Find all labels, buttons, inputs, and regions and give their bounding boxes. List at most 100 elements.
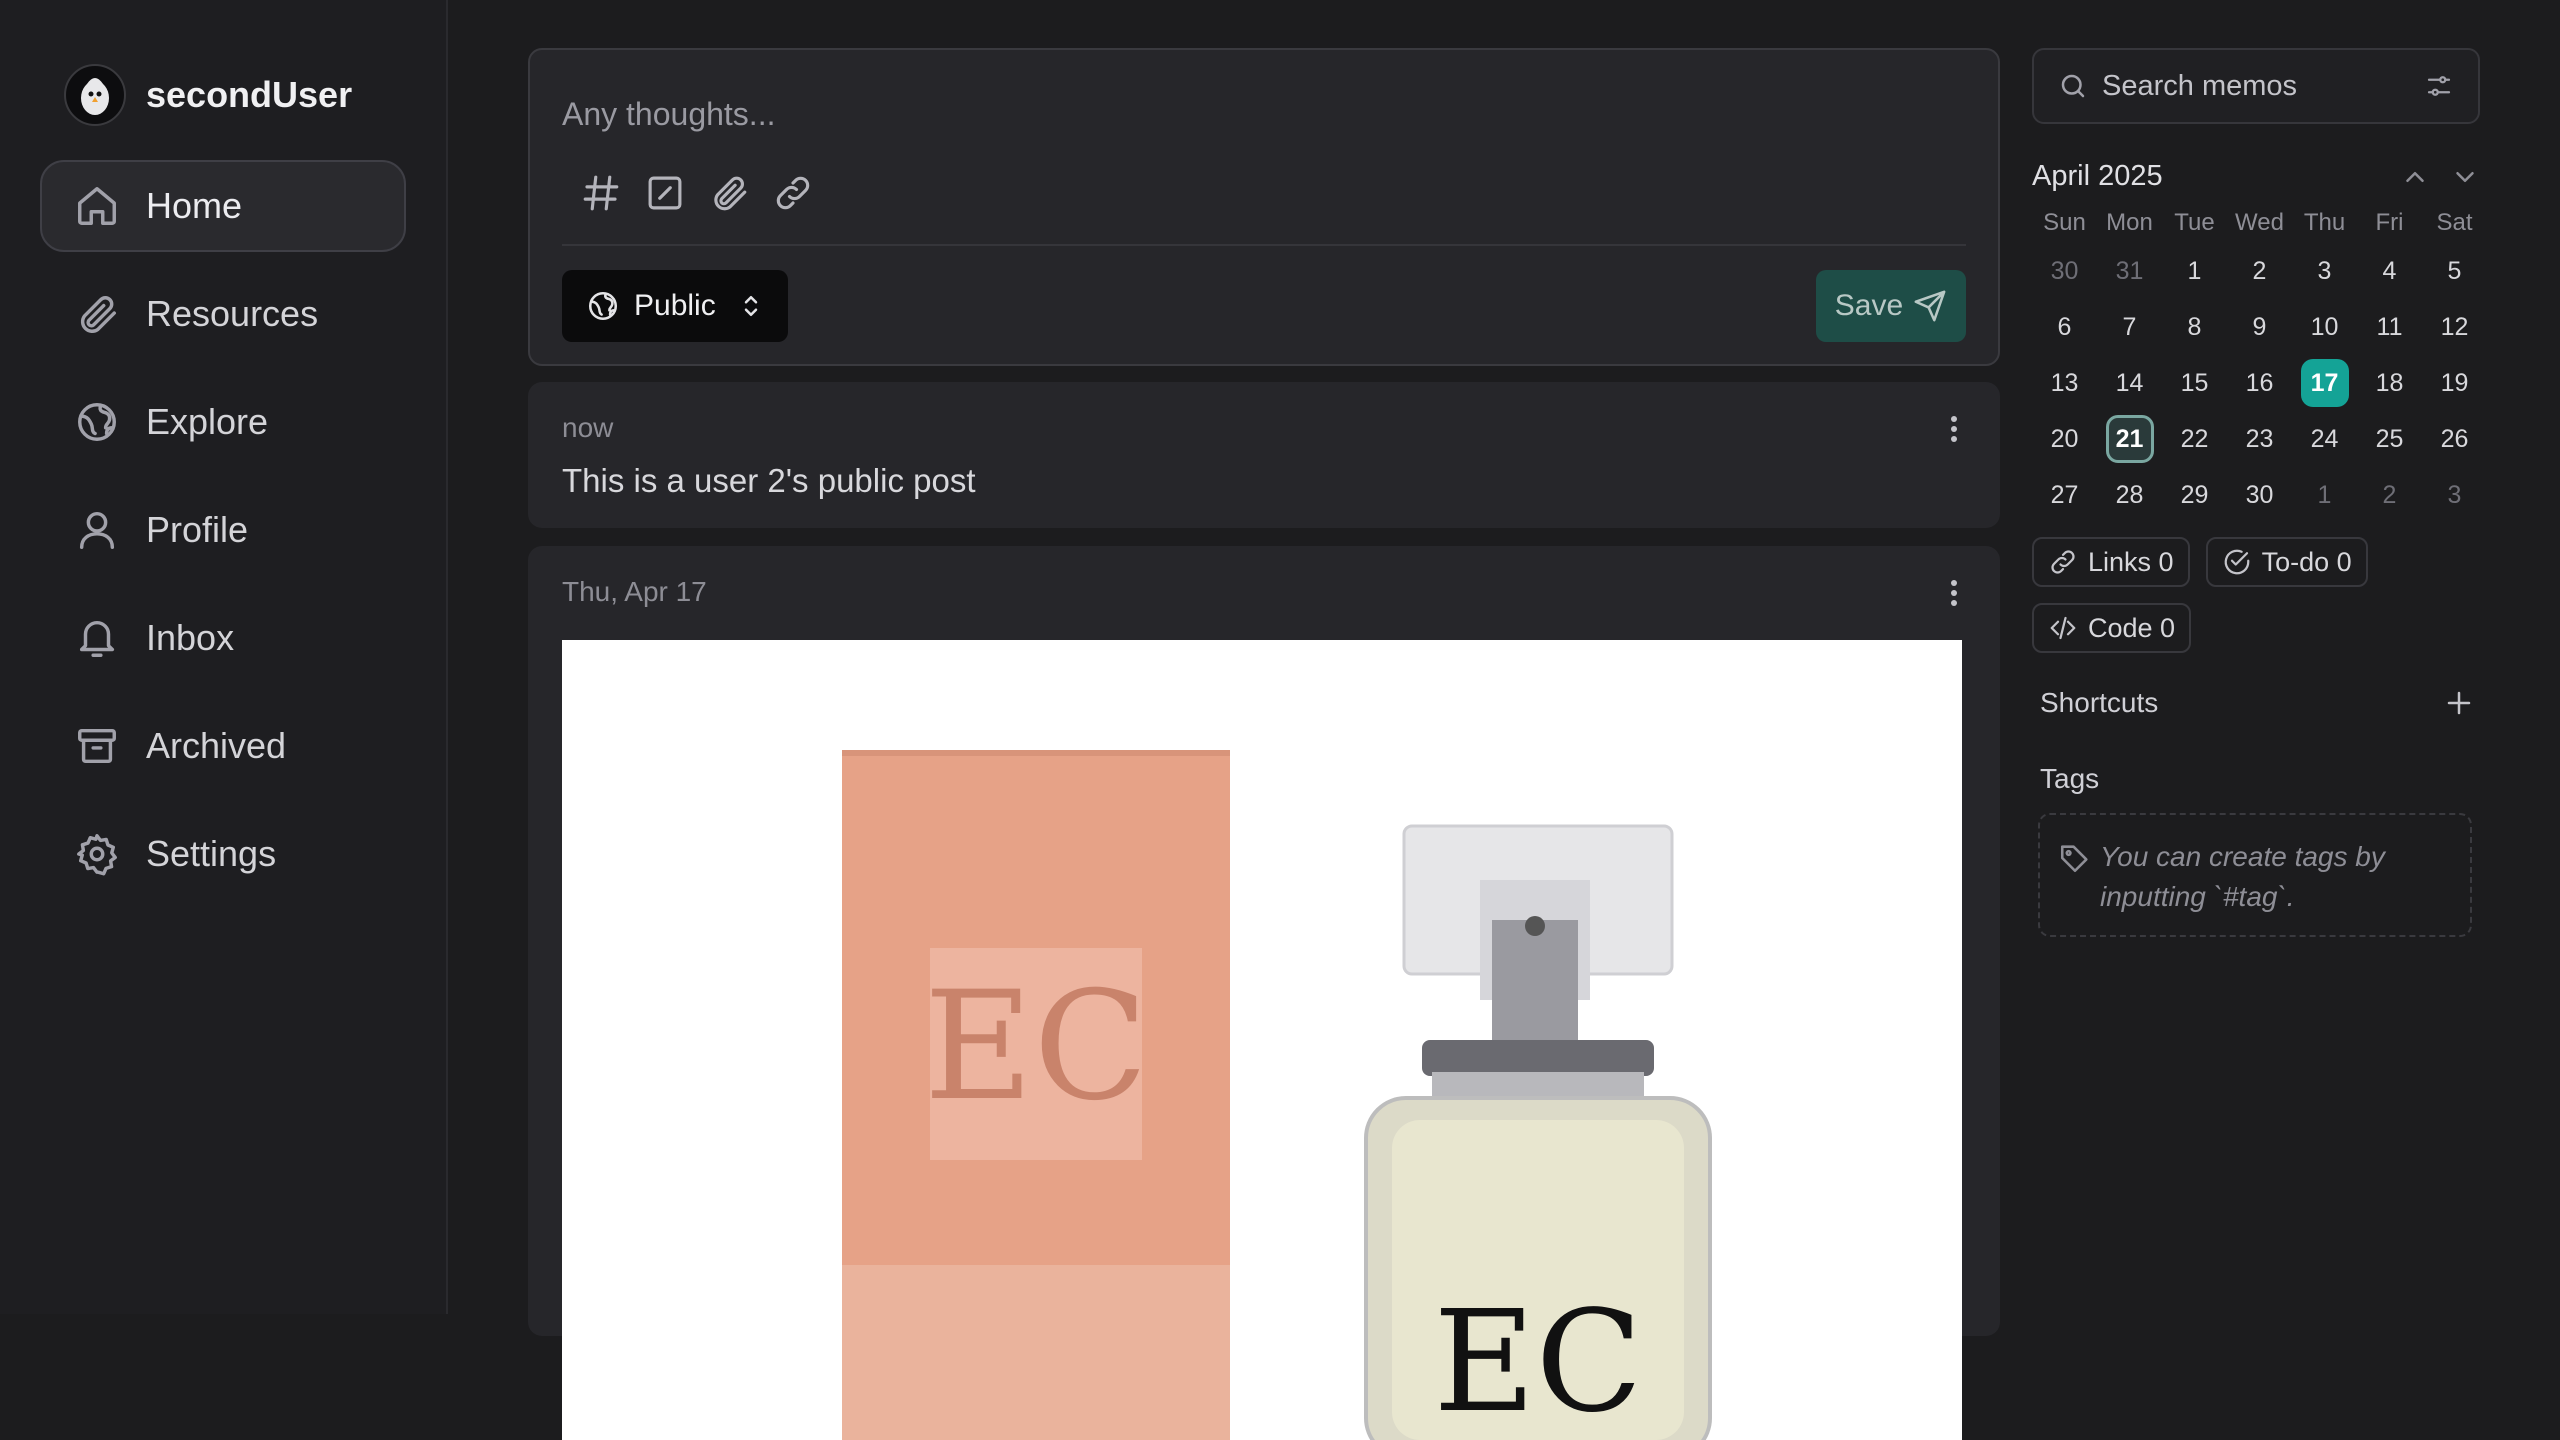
more-options-icon[interactable] [1948, 578, 1960, 608]
calendar-day[interactable]: 4 [2357, 243, 2422, 299]
weekday-label: Sat [2436, 209, 2473, 236]
memo-image[interactable]: EC EC [562, 640, 1962, 1440]
calendar-day[interactable]: 3 [2422, 467, 2487, 523]
plus-icon[interactable] [2444, 688, 2474, 718]
nav-item-profile[interactable]: Profile [40, 484, 406, 576]
calendar-day[interactable]: 15 [2162, 355, 2227, 411]
calendar-day[interactable]: 21 [2097, 411, 2162, 467]
calendar-day[interactable]: 2 [2357, 467, 2422, 523]
calendar-day-number: 19 [2440, 368, 2469, 397]
calendar-day[interactable]: 10 [2292, 299, 2357, 355]
memo-editor[interactable]: Any thoughts... Public Save [528, 48, 2000, 366]
calendar-day[interactable]: 18 [2357, 355, 2422, 411]
todo-stat[interactable]: To-do 0 [2205, 537, 2368, 587]
visibility-select[interactable]: Public [562, 270, 788, 342]
calendar-day[interactable]: 8 [2162, 299, 2227, 355]
bell-icon [79, 621, 115, 657]
nav-label-resources: Resources [146, 293, 319, 334]
calendar-day[interactable]: 2 [2227, 243, 2292, 299]
calendar-day[interactable]: 5 [2422, 243, 2487, 299]
calendar-day[interactable]: 1 [2162, 243, 2227, 299]
calendar-day-number: 27 [2050, 480, 2079, 509]
calendar-day[interactable]: 6 [2032, 299, 2097, 355]
calendar-day-number: 21 [2105, 415, 2154, 463]
calendar-day-number: 20 [2050, 424, 2079, 453]
memo-input[interactable]: Any thoughts... [562, 96, 775, 133]
calendar-day-number: 11 [2376, 312, 2403, 341]
links-stat[interactable]: Links 0 [2032, 537, 2190, 587]
nav-item-home[interactable]: Home [40, 160, 406, 252]
chevron-up-icon[interactable] [2400, 162, 2430, 192]
calendar-day-number: 30 [2245, 480, 2274, 509]
calendar-day-number: 3 [2317, 256, 2332, 285]
calendar-day[interactable]: 29 [2162, 467, 2227, 523]
calendar-day[interactable]: 24 [2292, 411, 2357, 467]
code-stat[interactable]: Code 0 [2032, 603, 2192, 653]
calendar-day[interactable]: 30 [2032, 243, 2097, 299]
user-menu[interactable]: secondUser [64, 64, 352, 126]
username: secondUser [146, 74, 353, 115]
calendar-day-number: 5 [2447, 256, 2462, 285]
attachment-icon[interactable] [708, 172, 750, 214]
calendar-day[interactable]: 28 [2097, 467, 2162, 523]
archive-icon [78, 728, 116, 764]
svg-text:EC: EC [924, 960, 1148, 1134]
calendar-day[interactable]: 16 [2227, 355, 2292, 411]
memo-content: This is a user 2's public post [562, 462, 976, 499]
calendar-day-number: 6 [2057, 312, 2072, 341]
calendar-day-number: 23 [2245, 424, 2274, 453]
nav-item-inbox[interactable]: Inbox [40, 592, 406, 684]
save-button[interactable]: Save [1816, 270, 1966, 342]
calendar-day[interactable]: 3 [2292, 243, 2357, 299]
calendar-day[interactable]: 7 [2097, 299, 2162, 355]
calendar-day-number: 4 [2382, 256, 2397, 285]
memo-time[interactable]: now [562, 412, 613, 444]
calendar-day[interactable]: 17 [2292, 355, 2357, 411]
user-icon [79, 511, 115, 549]
hashtag-icon[interactable] [580, 172, 622, 214]
calendar-day[interactable]: 25 [2357, 411, 2422, 467]
calendar-day-number: 3 [2447, 480, 2462, 509]
calendar-day[interactable]: 11 [2357, 299, 2422, 355]
filter-settings-icon[interactable] [2424, 71, 2454, 101]
tag-icon [2060, 845, 2088, 873]
calendar-day[interactable]: 12 [2422, 299, 2487, 355]
nav-label-profile: Profile [146, 509, 249, 550]
calendar-day[interactable]: 1 [2292, 467, 2357, 523]
calendar-day[interactable]: 26 [2422, 411, 2487, 467]
calendar-day[interactable]: 9 [2227, 299, 2292, 355]
visibility-value: Public [634, 289, 716, 322]
memo-time[interactable]: Thu, Apr 17 [562, 576, 707, 608]
calendar-day[interactable]: 19 [2422, 355, 2487, 411]
calendar-day[interactable]: 14 [2097, 355, 2162, 411]
calendar-day[interactable]: 31 [2097, 243, 2162, 299]
calendar-day-number: 13 [2050, 368, 2079, 397]
weekday-label: Thu [2303, 209, 2346, 236]
calendar-day[interactable]: 22 [2162, 411, 2227, 467]
calendar-day[interactable]: 30 [2227, 467, 2292, 523]
more-options-icon[interactable] [1948, 414, 1960, 444]
link-icon[interactable] [772, 172, 814, 214]
weekday-label: Sun [2043, 209, 2086, 236]
tags-header: Tags [2032, 763, 2480, 795]
links-label: Links 0 [2088, 546, 2174, 577]
check-circle-icon [2224, 549, 2249, 575]
nav-item-settings[interactable]: Settings [40, 808, 406, 900]
todo-label: To-do 0 [2261, 546, 2352, 577]
calendar-day[interactable]: 23 [2227, 411, 2292, 467]
chevron-down-icon[interactable] [2450, 162, 2480, 192]
calendar-day-number: 24 [2310, 424, 2339, 453]
calendar-day[interactable]: 20 [2032, 411, 2097, 467]
calendar-day-number: 22 [2180, 424, 2209, 453]
nav-item-resources[interactable]: Resources [40, 268, 406, 360]
checkbox-icon[interactable] [644, 172, 686, 214]
calendar-day[interactable]: 27 [2032, 467, 2097, 523]
search-input[interactable]: Search memos [2032, 48, 2480, 124]
calendar-grid: Sun Mon Tue Wed Thu Fri Sat 30 31 1 2 3 4 5 6 7 8 9 10 11 12… [2032, 203, 2480, 523]
nav-item-explore[interactable]: Explore [40, 376, 406, 468]
memo-stats: Links 0 To-do 0 Code 0 [2032, 537, 2480, 653]
calendar-day[interactable]: 13 [2032, 355, 2097, 411]
nav-item-archived[interactable]: Archived [40, 700, 406, 792]
svg-text:EC: EC [1433, 1281, 1642, 1440]
gear-icon [77, 834, 117, 876]
